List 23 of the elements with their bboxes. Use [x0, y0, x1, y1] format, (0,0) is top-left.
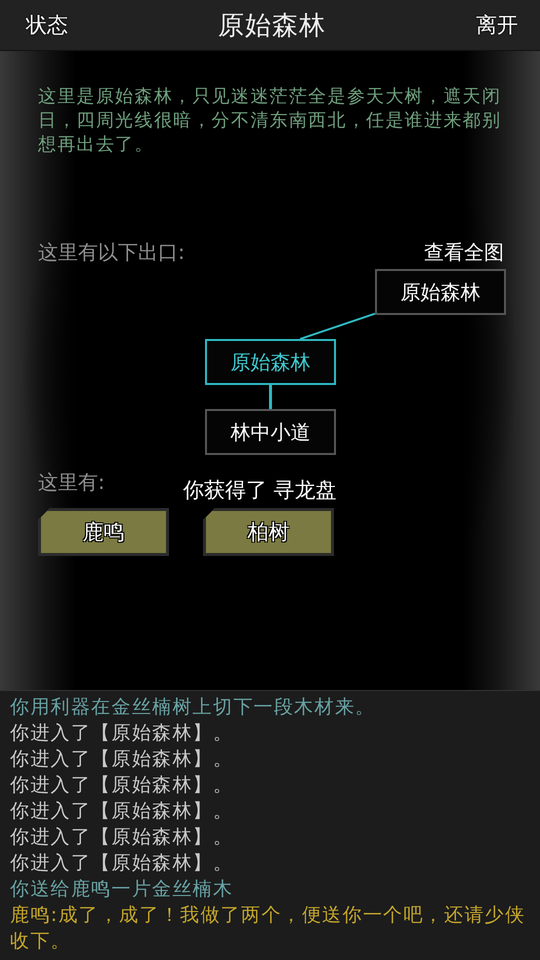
- log-message: 你进入了【原始森林】。: [10, 799, 234, 824]
- view-map-link[interactable]: 查看全图: [424, 239, 504, 266]
- log-message: 你进入了【原始森林】。: [10, 721, 234, 746]
- here-label: 这里有:: [38, 469, 105, 496]
- map-node[interactable]: 原始森林: [375, 269, 506, 315]
- log-message: 你进入了【原始森林】。: [10, 747, 234, 772]
- log-message: 你进入了【原始森林】。: [10, 851, 234, 876]
- map-node[interactable]: 原始森林: [205, 339, 336, 385]
- location-title: 原始森林: [218, 10, 326, 42]
- status-button[interactable]: 状态: [26, 11, 68, 39]
- object-button[interactable]: 柏树: [203, 508, 334, 556]
- reward-message: 你获得了 寻龙盘: [183, 477, 337, 504]
- map-node[interactable]: 林中小道: [205, 409, 336, 455]
- log-message: 鹿鸣:成了，成了！我做了两个，便送你一个吧，还请少侠收下。: [10, 903, 526, 954]
- connector-line: [269, 385, 272, 409]
- exits-label: 这里有以下出口:: [38, 239, 185, 266]
- log-message: 你进入了【原始森林】。: [10, 825, 234, 850]
- leave-button[interactable]: 离开: [476, 11, 518, 39]
- log-message: 你送给鹿鸣一片金丝楠木: [10, 877, 234, 902]
- log-message: 你进入了【原始森林】。: [10, 773, 234, 798]
- location-description: 这里是原始森林，只见迷迷茫茫全是参天大树，遮天闭日，四周光线很暗，分不清东南西北，任是谁进来都别想再出去了。: [38, 85, 502, 157]
- log-message: 你用利器在金丝楠树上切下一段木材来。: [10, 695, 376, 720]
- object-button[interactable]: 鹿鸣: [38, 508, 169, 556]
